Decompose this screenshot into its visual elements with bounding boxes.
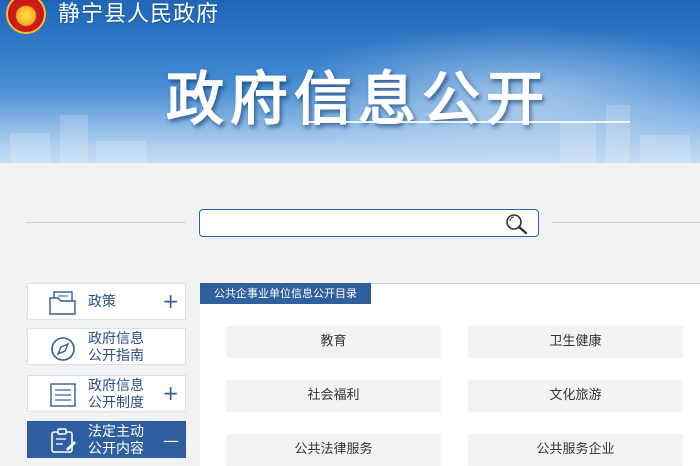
category-education[interactable]: 教育 [226,326,441,358]
skyline-building [10,133,50,163]
skyline-building [560,123,596,163]
list-document-icon [50,383,76,407]
skyline-building [96,141,146,163]
search-divider-right [552,222,700,223]
star-icon: ★ [20,7,33,23]
collapse-icon[interactable]: — [163,430,179,452]
category-health[interactable]: 卫生健康 [468,326,683,358]
category-culture-tourism[interactable]: 文化旅游 [468,380,683,412]
national-emblem-logo[interactable]: ★ [6,0,46,34]
sidebar-item-label-line2: 公开内容 [88,441,144,457]
skyline-building [606,105,630,163]
sidebar-item-label: 政府信息 [88,331,144,347]
site-name[interactable]: 静宁县人民政府 [58,0,219,28]
skyline-building [640,135,690,163]
expand-icon[interactable]: + [162,290,179,312]
compass-icon [51,337,75,361]
sidebar-item-label: 法定主动 [88,424,144,440]
header-banner: ★ 静宁县人民政府 政府信息公开 [0,0,700,163]
skyline-building [60,115,88,163]
category-social-welfare[interactable]: 社会福利 [226,380,441,412]
title-underline [306,121,630,123]
page-title: 政府信息公开 [166,65,551,133]
sidebar-item-system[interactable]: 政府信息 公开制度 + [27,375,186,412]
sidebar-item-policy[interactable]: 政策 + [27,283,186,320]
search-icon[interactable] [502,212,530,236]
sidebar-item-label-line2: 公开制度 [88,395,144,411]
expand-icon[interactable]: + [162,382,179,404]
sidebar-item-guide[interactable]: 政府信息 公开指南 [27,328,186,365]
clipboard-edit-icon [51,428,76,453]
category-public-enterprises[interactable]: 公共服务企业 [468,434,683,466]
category-legal-services[interactable]: 公共法律服务 [226,434,441,466]
sidebar-item-label: 政策 [88,294,116,310]
document-icon [49,291,76,315]
search-divider-left [26,222,186,223]
sidebar-item-label: 政府信息 [88,378,144,394]
search-input[interactable] [199,209,539,237]
section-tab[interactable]: 公共企事业单位信息公开目录 [200,283,371,304]
sidebar-item-label-line2: 公开指南 [88,348,144,364]
content-panel: 公共企事业单位信息公开目录 教育 卫生健康 社会福利 文化旅游 公共法律服务 公… [200,283,700,466]
sidebar-item-statutory-content[interactable]: 法定主动 公开内容 — [27,421,186,458]
